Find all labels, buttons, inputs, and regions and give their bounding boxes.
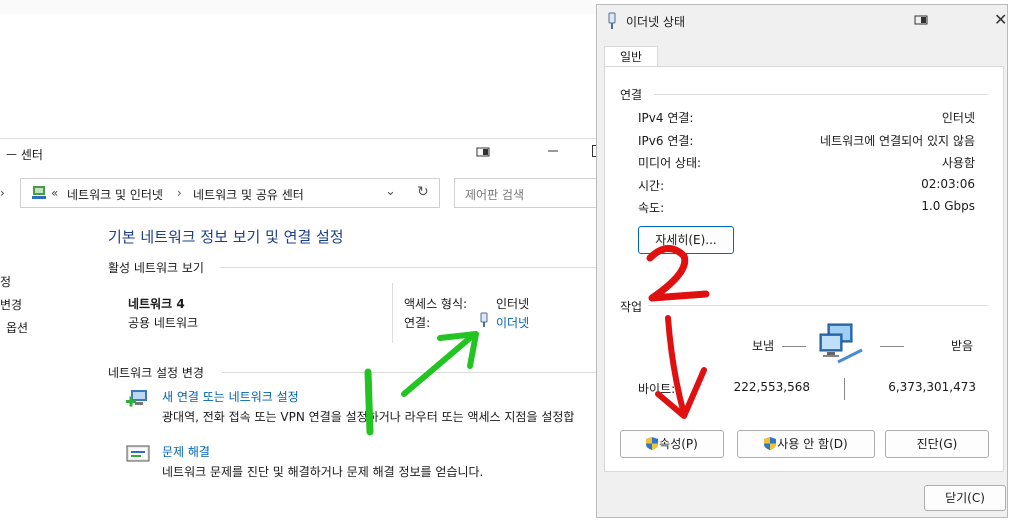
annotation-number-1-stroke <box>364 368 374 436</box>
green-arrow-shaft <box>401 335 473 397</box>
red-arrow-shaft <box>665 315 687 417</box>
annotation-number-2-stroke <box>646 245 710 302</box>
annotation-overlay <box>364 245 710 436</box>
